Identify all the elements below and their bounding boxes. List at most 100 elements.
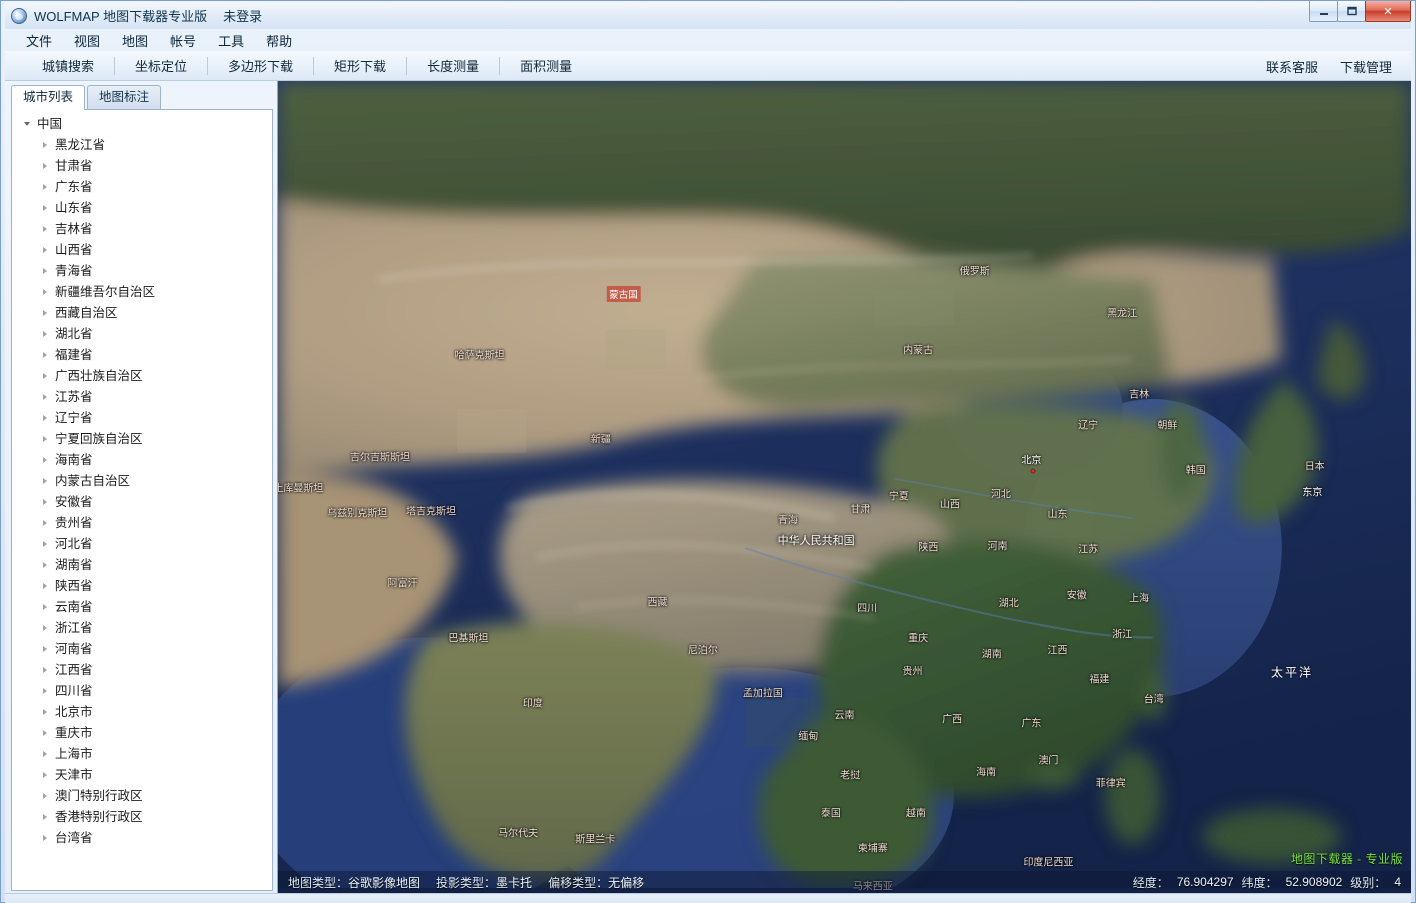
chevron-right-icon[interactable] bbox=[38, 558, 52, 572]
chevron-right-icon[interactable] bbox=[38, 579, 52, 593]
tree-node-label: 青海省 bbox=[55, 263, 93, 278]
coordinate-locate-button[interactable]: 坐标定位 bbox=[124, 52, 198, 79]
tree-node-province[interactable]: 天津市 bbox=[12, 764, 272, 785]
tree-node-province[interactable]: 云南省 bbox=[12, 596, 272, 617]
city-tree-panel[interactable]: 中国 黑龙江省 甘肃省 广东省 山东省 吉林省 山西省青海省新疆维吾尔自治区 西藏自治区 湖北… bbox=[11, 109, 273, 891]
tree-node-province[interactable]: 江苏省 bbox=[12, 386, 272, 407]
tree-node-province[interactable]: 辽宁省 bbox=[12, 407, 272, 428]
chevron-right-icon[interactable] bbox=[38, 432, 52, 446]
chevron-right-icon[interactable] bbox=[38, 369, 52, 383]
tree-node-province[interactable]: 北京市 bbox=[12, 701, 272, 722]
tree-node-province[interactable]: 台湾省 bbox=[12, 827, 272, 848]
chevron-right-icon[interactable] bbox=[38, 306, 52, 320]
menu-item-help[interactable]: 帮助 bbox=[255, 29, 303, 52]
chevron-right-icon[interactable] bbox=[38, 222, 52, 236]
chevron-right-icon[interactable] bbox=[38, 747, 52, 761]
area-measure-button[interactable]: 面积测量 bbox=[509, 52, 583, 79]
tree-node-province[interactable]: 山东省 bbox=[12, 197, 272, 218]
menu-item-view[interactable]: 视图 bbox=[63, 29, 111, 52]
tree-node-province[interactable]: 新疆维吾尔自治区 bbox=[12, 281, 272, 302]
tree-node-label: 陕西省 bbox=[55, 578, 93, 593]
chevron-right-icon[interactable] bbox=[38, 600, 52, 614]
chevron-down-icon[interactable] bbox=[20, 117, 34, 131]
tree-node-province[interactable]: 宁夏回族自治区 bbox=[12, 428, 272, 449]
maximize-button[interactable] bbox=[1337, 1, 1366, 22]
town-search-button[interactable]: 城镇搜索 bbox=[31, 52, 105, 79]
tree-node-province[interactable]: 西藏自治区 bbox=[12, 302, 272, 323]
chevron-right-icon[interactable] bbox=[38, 138, 52, 152]
chevron-right-icon[interactable] bbox=[38, 264, 52, 278]
tree-node-label: 宁夏回族自治区 bbox=[55, 431, 143, 446]
chevron-right-icon[interactable] bbox=[38, 180, 52, 194]
satellite-map-image[interactable] bbox=[278, 81, 1411, 888]
chevron-right-icon[interactable] bbox=[38, 663, 52, 677]
polygon-download-button[interactable]: 多边形下载 bbox=[217, 52, 304, 79]
tree-node-province[interactable]: 四川省 bbox=[12, 680, 272, 701]
rectangle-download-button[interactable]: 矩形下载 bbox=[323, 52, 397, 79]
tree-node-province[interactable]: 广东省 bbox=[12, 176, 272, 197]
tree-node-province[interactable]: 广西壮族自治区 bbox=[12, 365, 272, 386]
chevron-right-icon[interactable] bbox=[38, 348, 52, 362]
tree-node-province[interactable]: 上海市 bbox=[12, 743, 272, 764]
chevron-right-icon[interactable] bbox=[38, 411, 52, 425]
tree-node-province[interactable]: 内蒙古自治区 bbox=[12, 470, 272, 491]
menu-item-file[interactable]: 文件 bbox=[15, 29, 63, 52]
chevron-right-icon[interactable] bbox=[38, 474, 52, 488]
tree-node-province[interactable]: 浙江省 bbox=[12, 617, 272, 638]
chevron-right-icon[interactable] bbox=[38, 789, 52, 803]
menu-item-account[interactable]: 帐号 bbox=[159, 29, 207, 52]
province-list: 黑龙江省 甘肃省 广东省 山东省 吉林省 山西省青海省新疆维吾尔自治区 西藏自治区 湖北省 福建… bbox=[12, 134, 272, 848]
menu-item-tools[interactable]: 工具 bbox=[207, 29, 255, 52]
chevron-right-icon[interactable] bbox=[38, 810, 52, 824]
contact-support-button[interactable]: 联系客服 bbox=[1255, 53, 1329, 80]
tree-node-label: 河北省 bbox=[55, 536, 93, 551]
chevron-right-icon[interactable] bbox=[38, 726, 52, 740]
map-viewport[interactable]: 中华人民共和国 蒙古国 哈萨克斯坦 乌兹别克斯坦 吉尔吉斯斯坦 土库曼斯坦 塔吉克斯坦 阿富汗… bbox=[277, 81, 1411, 893]
tree-node-province[interactable]: 福建省 bbox=[12, 344, 272, 365]
chevron-right-icon[interactable] bbox=[38, 684, 52, 698]
chevron-right-icon[interactable] bbox=[38, 642, 52, 656]
minimize-button[interactable] bbox=[1309, 1, 1338, 22]
tab-map-markers[interactable]: 地图标注 bbox=[87, 85, 162, 109]
tree-node-province[interactable]: 陕西省 bbox=[12, 575, 272, 596]
tree-node-label: 贵州省 bbox=[55, 515, 93, 530]
tree-node-province[interactable]: 黑龙江省 bbox=[12, 134, 272, 155]
chevron-right-icon[interactable] bbox=[38, 243, 52, 257]
tree-node-province[interactable]: 海南省 bbox=[12, 449, 272, 470]
tree-node-province[interactable]: 湖北省 bbox=[12, 323, 272, 344]
chevron-right-icon[interactable] bbox=[38, 831, 52, 845]
tree-node-province[interactable]: 澳门特别行政区 bbox=[12, 785, 272, 806]
chevron-right-icon[interactable] bbox=[38, 705, 52, 719]
length-measure-button[interactable]: 长度测量 bbox=[416, 52, 490, 79]
download-manager-button[interactable]: 下载管理 bbox=[1329, 53, 1403, 80]
chevron-right-icon[interactable] bbox=[38, 390, 52, 404]
tree-node-province[interactable]: 青海省 bbox=[12, 260, 272, 281]
tree-node-province[interactable]: 香港特别行政区 bbox=[12, 806, 272, 827]
tab-city-list[interactable]: 城市列表 bbox=[11, 85, 86, 110]
chevron-right-icon[interactable] bbox=[38, 201, 52, 215]
tree-node-province[interactable]: 吉林省 bbox=[12, 218, 272, 239]
chevron-right-icon[interactable] bbox=[38, 768, 52, 782]
chevron-right-icon[interactable] bbox=[38, 537, 52, 551]
chevron-right-icon[interactable] bbox=[38, 516, 52, 530]
tree-node-province[interactable]: 河南省 bbox=[12, 638, 272, 659]
tree-node-province[interactable]: 湖南省 bbox=[12, 554, 272, 575]
tree-node-province[interactable]: 山西省 bbox=[12, 239, 272, 260]
tree-node-province[interactable]: 甘肃省 bbox=[12, 155, 272, 176]
chevron-right-icon[interactable] bbox=[38, 453, 52, 467]
chevron-right-icon[interactable] bbox=[38, 621, 52, 635]
chevron-right-icon[interactable] bbox=[38, 285, 52, 299]
close-button[interactable]: ✕ bbox=[1365, 1, 1411, 22]
tree-node-province[interactable]: 安徽省 bbox=[12, 491, 272, 512]
tree-node-province[interactable]: 江西省 bbox=[12, 659, 272, 680]
tree-node-province[interactable]: 重庆市 bbox=[12, 722, 272, 743]
menu-item-map[interactable]: 地图 bbox=[111, 29, 159, 52]
tree-node-province[interactable]: 河北省 bbox=[12, 533, 272, 554]
chevron-right-icon[interactable] bbox=[38, 327, 52, 341]
sidebar-tabstrip: 城市列表 地图标注 bbox=[11, 85, 273, 110]
tree-node-china[interactable]: 中国 bbox=[12, 113, 272, 134]
chevron-right-icon[interactable] bbox=[38, 495, 52, 509]
toolbar-separator bbox=[313, 56, 315, 75]
tree-node-province[interactable]: 贵州省 bbox=[12, 512, 272, 533]
chevron-right-icon[interactable] bbox=[38, 159, 52, 173]
